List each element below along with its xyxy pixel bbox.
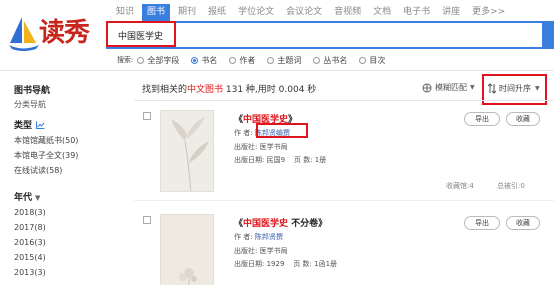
filter-year[interactable]: 2013(3)	[14, 265, 124, 280]
result-summary: 找到相关的中文图书 131 种,用时 0.004 秒	[142, 85, 317, 95]
sidebar-year-filter: 年代 ▼ 2018(3) 2017(8) 2016(3) 2015(4) 2013…	[14, 191, 124, 280]
sailboat-logo-icon	[9, 17, 39, 51]
logo-text: 读秀	[39, 18, 90, 48]
author-link[interactable]: 陈邦贤撰	[255, 233, 283, 241]
collect-button[interactable]: 收藏	[506, 216, 540, 230]
chevron-down-icon[interactable]: ▼	[35, 194, 40, 202]
export-button[interactable]: 导出	[464, 216, 500, 230]
book-date-pages: 出版日期: 民国9 页 数: 1册	[234, 156, 327, 164]
site-logo[interactable]: 读秀	[8, 15, 108, 55]
search-button[interactable]	[542, 21, 554, 49]
sidebar-nav-title: 图书导航	[14, 86, 51, 96]
tab-knowledge[interactable]: 知识	[112, 4, 138, 21]
export-button[interactable]: 导出	[464, 112, 500, 126]
filter-year[interactable]: 2016(3)	[14, 235, 124, 250]
header-divider	[0, 70, 554, 71]
filter-type-preview[interactable]: 在线试读(58)	[14, 163, 124, 178]
result-category: 中文图书	[187, 85, 224, 95]
radio-icon	[267, 56, 275, 64]
sidebar-year-title: 年代 ▼	[14, 193, 41, 203]
holdings-count: 收藏馆:4	[446, 182, 474, 190]
radio-icon	[229, 56, 237, 64]
result-header-divider	[134, 100, 554, 101]
sidebar-type-title: 类型	[14, 119, 124, 133]
book-author: 作 者: 陈邦贤撰	[234, 233, 283, 241]
option-all-fields[interactable]: 全部字段	[137, 55, 179, 66]
radio-icon	[313, 56, 321, 64]
collect-button[interactable]: 收藏	[506, 112, 540, 126]
tab-books[interactable]: 图书	[142, 4, 171, 21]
tab-more[interactable]: 更多>>	[468, 4, 509, 21]
tab-theses[interactable]: 学位论文	[234, 4, 278, 21]
filter-year[interactable]: 2015(4)	[14, 250, 124, 265]
sidebar-category-nav-link[interactable]: 分类导航	[14, 98, 124, 112]
book-cover-image[interactable]	[160, 214, 214, 285]
option-author[interactable]: 作者	[229, 55, 255, 66]
tab-audio-video[interactable]: 音视频	[330, 4, 365, 21]
option-subject[interactable]: 主题词	[267, 55, 301, 66]
item-checkbox[interactable]	[143, 112, 151, 120]
chart-icon[interactable]	[36, 121, 45, 129]
tab-conference-papers[interactable]: 会议论文	[282, 4, 326, 21]
book-cover-image[interactable]	[160, 110, 214, 192]
tab-newspapers[interactable]: 报纸	[204, 4, 230, 21]
tab-documents[interactable]: 文档	[369, 4, 395, 21]
item-divider	[134, 200, 554, 201]
book-date-pages: 出版日期: 1929 页 数: 1函1册	[234, 260, 338, 268]
filter-type-print[interactable]: 本馆馆藏纸书(50)	[14, 133, 124, 148]
option-contents[interactable]: 目次	[359, 55, 385, 66]
option-title[interactable]: 书名	[191, 55, 217, 66]
chevron-down-icon: ▼	[470, 84, 475, 91]
option-series[interactable]: 丛书名	[313, 55, 347, 66]
sidebar-nav: 图书导航 分类导航	[14, 84, 124, 112]
author-highlight-box	[256, 123, 308, 138]
radio-icon	[359, 56, 367, 64]
book-title[interactable]: 《中国医学史 不分卷》	[234, 216, 327, 229]
filter-year[interactable]: 2018(3)	[14, 205, 124, 220]
tab-journals[interactable]: 期刊	[174, 4, 200, 21]
tab-lectures[interactable]: 讲座	[438, 4, 464, 21]
filter-year[interactable]: 2017(8)	[14, 220, 124, 235]
book-publisher: 出版社: 医学书局	[234, 143, 288, 151]
search-field-options: 搜索: 全部字段 书名 作者 主题词 丛书名 目次	[117, 54, 397, 66]
top-nav: 知识 图书 期刊 报纸 学位论文 会议论文 音视频 文档 电子书 讲座 更多>>	[112, 4, 513, 21]
search-highlight-box	[106, 21, 176, 47]
citation-count: 总被引:0	[497, 182, 525, 190]
result-item: 《中国医学史》 作 者: 陈邦贤编撰 出版社: 医学书局 出版日期: 民国9 页…	[134, 104, 554, 204]
result-item: 《中国医学史 不分卷》 作 者: 陈邦贤撰 出版社: 医学书局 出版日期: 19…	[134, 208, 554, 285]
flower-illustration-icon	[161, 215, 213, 285]
fuzzy-match-icon	[422, 83, 432, 92]
flower-illustration-icon	[161, 111, 213, 191]
radio-selected-icon	[191, 56, 199, 64]
filter-type-fulltext[interactable]: 本馆电子全文(39)	[14, 148, 124, 163]
sidebar-type-filter: 类型 本馆馆藏纸书(50) 本馆电子全文(39) 在线试读(58)	[14, 119, 124, 178]
search-scope-label: 搜索:	[117, 56, 134, 64]
item-checkbox[interactable]	[143, 216, 151, 224]
book-publisher: 出版社: 医学书局	[234, 247, 288, 255]
tab-ebooks[interactable]: 电子书	[399, 4, 434, 21]
match-mode-dropdown[interactable]: 模糊匹配 ▼	[422, 82, 475, 93]
radio-icon	[137, 56, 145, 64]
